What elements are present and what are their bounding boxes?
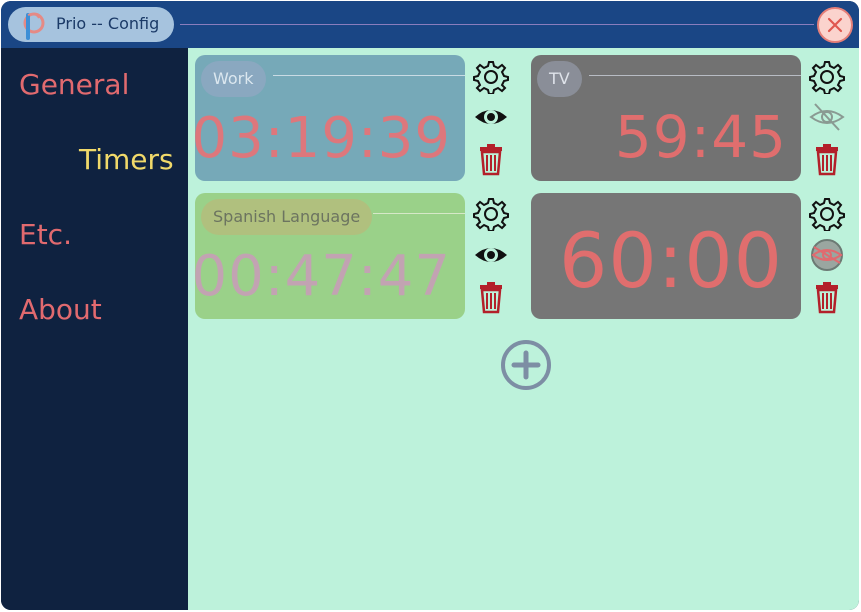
timer-display: 59:45	[614, 103, 787, 171]
title-divider	[180, 24, 814, 25]
timer-delete-button[interactable]	[473, 280, 509, 314]
timer-card-work[interactable]: Work 03:19:39	[191, 55, 465, 181]
timer-display: 60:00	[558, 216, 783, 305]
timer-settings-button[interactable]	[809, 60, 845, 94]
gear-icon	[809, 198, 845, 231]
timer-display: 03:19:39	[191, 106, 451, 171]
trash-icon	[816, 282, 838, 314]
sidebar: General Timers Etc. About	[1, 48, 188, 610]
timer-delete-button[interactable]	[809, 142, 845, 176]
plus-circle-icon	[501, 340, 551, 390]
trash-icon	[480, 282, 502, 314]
timer-visibility-toggle[interactable]	[809, 100, 845, 134]
timer-delete-button[interactable]	[473, 142, 509, 176]
add-timer-button[interactable]	[499, 338, 553, 392]
timer-visibility-toggle[interactable]	[473, 238, 509, 272]
trash-icon	[816, 144, 838, 176]
timer-visibility-toggle[interactable]	[809, 238, 845, 272]
close-button[interactable]	[817, 7, 853, 43]
eye-off-icon	[809, 103, 845, 131]
gear-icon	[473, 198, 509, 231]
timer-name-divider	[373, 213, 465, 214]
trash-icon	[480, 144, 502, 176]
timer-settings-button[interactable]	[473, 60, 509, 94]
timers-panel: Work 03:19:39 TV 59:45 Spanish Language …	[188, 48, 859, 610]
sidebar-item-about[interactable]: About	[19, 293, 102, 326]
timer-card-spanish-language[interactable]: Spanish Language 00:47:47	[191, 193, 465, 319]
timer-card-tv[interactable]: TV 59:45	[531, 55, 801, 181]
timer-display: 00:47:47	[191, 244, 451, 309]
timer-delete-button[interactable]	[809, 280, 845, 314]
eye-icon	[475, 110, 507, 124]
close-icon	[827, 17, 843, 33]
sidebar-item-timers[interactable]: Timers	[79, 143, 174, 176]
config-window: Prio -- Config General Timers Etc. About…	[1, 1, 859, 610]
sidebar-item-etc[interactable]: Etc.	[19, 218, 72, 251]
timer-name-divider	[273, 75, 465, 76]
gear-icon	[473, 61, 509, 94]
timer-settings-button[interactable]	[473, 197, 509, 231]
timer-name-label[interactable]: TV	[537, 61, 582, 97]
app-logo-icon	[23, 12, 45, 40]
timer-visibility-toggle[interactable]	[473, 100, 509, 134]
gear-icon	[809, 61, 845, 94]
timer-name-label[interactable]: Spanish Language	[201, 199, 373, 235]
timer-card-unnamed[interactable]: 60:00	[531, 193, 801, 319]
timer-settings-button[interactable]	[809, 197, 845, 231]
eye-off-icon	[811, 239, 843, 271]
sidebar-item-general[interactable]: General	[19, 68, 129, 101]
app-title: Prio -- Config	[56, 14, 160, 33]
title-pill: Prio -- Config	[8, 7, 174, 42]
title-bar[interactable]: Prio -- Config	[1, 1, 859, 48]
eye-icon	[475, 248, 507, 262]
timer-name-label[interactable]: Work	[201, 61, 266, 97]
timer-name-divider	[589, 75, 801, 76]
